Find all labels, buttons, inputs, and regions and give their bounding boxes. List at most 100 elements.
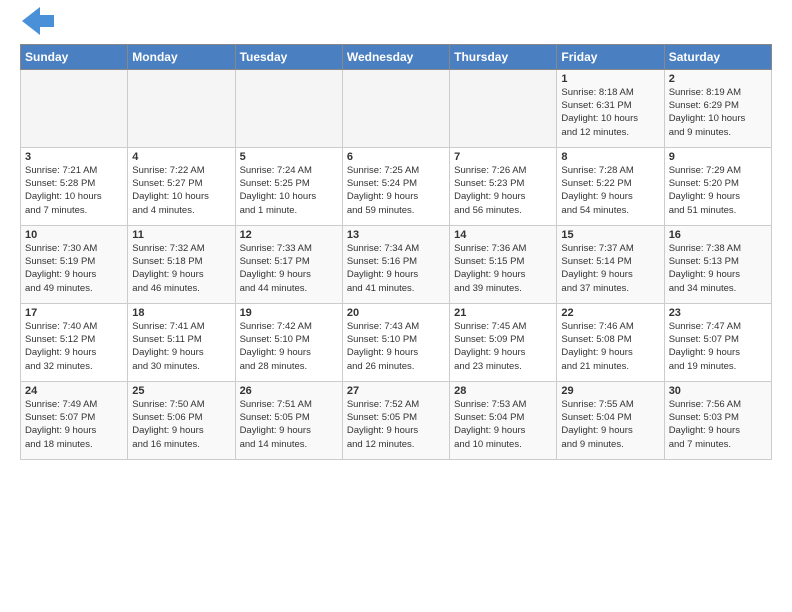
- day-number: 16: [669, 229, 767, 241]
- day-info: Sunrise: 7:43 AM Sunset: 5:10 PM Dayligh…: [347, 320, 445, 373]
- calendar-cell: [128, 69, 235, 147]
- day-number: 18: [132, 307, 230, 319]
- calendar-cell: 11Sunrise: 7:32 AM Sunset: 5:18 PM Dayli…: [128, 225, 235, 303]
- calendar-cell: 14Sunrise: 7:36 AM Sunset: 5:15 PM Dayli…: [450, 225, 557, 303]
- calendar-table: SundayMondayTuesdayWednesdayThursdayFrid…: [20, 44, 772, 460]
- calendar-cell: 24Sunrise: 7:49 AM Sunset: 5:07 PM Dayli…: [21, 381, 128, 459]
- day-number: 30: [669, 385, 767, 397]
- calendar-cell: 8Sunrise: 7:28 AM Sunset: 5:22 PM Daylig…: [557, 147, 664, 225]
- calendar-weekday-thursday: Thursday: [450, 44, 557, 69]
- day-number: 21: [454, 307, 552, 319]
- calendar-weekday-monday: Monday: [128, 44, 235, 69]
- calendar-cell: 17Sunrise: 7:40 AM Sunset: 5:12 PM Dayli…: [21, 303, 128, 381]
- day-info: Sunrise: 7:41 AM Sunset: 5:11 PM Dayligh…: [132, 320, 230, 373]
- day-number: 20: [347, 307, 445, 319]
- day-number: 23: [669, 307, 767, 319]
- day-number: 5: [240, 151, 338, 163]
- day-info: Sunrise: 7:29 AM Sunset: 5:20 PM Dayligh…: [669, 164, 767, 217]
- day-info: Sunrise: 7:22 AM Sunset: 5:27 PM Dayligh…: [132, 164, 230, 217]
- calendar-cell: 6Sunrise: 7:25 AM Sunset: 5:24 PM Daylig…: [342, 147, 449, 225]
- calendar-cell: 10Sunrise: 7:30 AM Sunset: 5:19 PM Dayli…: [21, 225, 128, 303]
- day-info: Sunrise: 7:36 AM Sunset: 5:15 PM Dayligh…: [454, 242, 552, 295]
- day-number: 11: [132, 229, 230, 241]
- calendar-cell: [450, 69, 557, 147]
- day-number: 9: [669, 151, 767, 163]
- calendar-cell: 20Sunrise: 7:43 AM Sunset: 5:10 PM Dayli…: [342, 303, 449, 381]
- calendar-cell: 22Sunrise: 7:46 AM Sunset: 5:08 PM Dayli…: [557, 303, 664, 381]
- day-info: Sunrise: 7:40 AM Sunset: 5:12 PM Dayligh…: [25, 320, 123, 373]
- day-info: Sunrise: 7:46 AM Sunset: 5:08 PM Dayligh…: [561, 320, 659, 373]
- calendar-cell: 16Sunrise: 7:38 AM Sunset: 5:13 PM Dayli…: [664, 225, 771, 303]
- calendar-cell: 23Sunrise: 7:47 AM Sunset: 5:07 PM Dayli…: [664, 303, 771, 381]
- calendar-cell: 18Sunrise: 7:41 AM Sunset: 5:11 PM Dayli…: [128, 303, 235, 381]
- day-number: 17: [25, 307, 123, 319]
- day-number: 29: [561, 385, 659, 397]
- day-number: 3: [25, 151, 123, 163]
- calendar-header-row: SundayMondayTuesdayWednesdayThursdayFrid…: [21, 44, 772, 69]
- day-number: 1: [561, 73, 659, 85]
- day-number: 24: [25, 385, 123, 397]
- day-info: Sunrise: 7:30 AM Sunset: 5:19 PM Dayligh…: [25, 242, 123, 295]
- day-info: Sunrise: 8:18 AM Sunset: 6:31 PM Dayligh…: [561, 86, 659, 139]
- calendar-week-row: 1Sunrise: 8:18 AM Sunset: 6:31 PM Daylig…: [21, 69, 772, 147]
- day-info: Sunrise: 7:51 AM Sunset: 5:05 PM Dayligh…: [240, 398, 338, 451]
- calendar-week-row: 24Sunrise: 7:49 AM Sunset: 5:07 PM Dayli…: [21, 381, 772, 459]
- day-info: Sunrise: 7:33 AM Sunset: 5:17 PM Dayligh…: [240, 242, 338, 295]
- day-number: 15: [561, 229, 659, 241]
- day-info: Sunrise: 7:24 AM Sunset: 5:25 PM Dayligh…: [240, 164, 338, 217]
- calendar-cell: 1Sunrise: 8:18 AM Sunset: 6:31 PM Daylig…: [557, 69, 664, 147]
- calendar-cell: [342, 69, 449, 147]
- day-number: 22: [561, 307, 659, 319]
- calendar-week-row: 17Sunrise: 7:40 AM Sunset: 5:12 PM Dayli…: [21, 303, 772, 381]
- logo: [20, 16, 54, 36]
- header-area: [20, 16, 772, 36]
- calendar-weekday-friday: Friday: [557, 44, 664, 69]
- day-number: 26: [240, 385, 338, 397]
- calendar-cell: 25Sunrise: 7:50 AM Sunset: 5:06 PM Dayli…: [128, 381, 235, 459]
- day-number: 27: [347, 385, 445, 397]
- calendar-weekday-tuesday: Tuesday: [235, 44, 342, 69]
- day-info: Sunrise: 8:19 AM Sunset: 6:29 PM Dayligh…: [669, 86, 767, 139]
- calendar-cell: 19Sunrise: 7:42 AM Sunset: 5:10 PM Dayli…: [235, 303, 342, 381]
- calendar-cell: 30Sunrise: 7:56 AM Sunset: 5:03 PM Dayli…: [664, 381, 771, 459]
- logo-arrow-icon: [22, 7, 54, 35]
- calendar-cell: 7Sunrise: 7:26 AM Sunset: 5:23 PM Daylig…: [450, 147, 557, 225]
- day-info: Sunrise: 7:55 AM Sunset: 5:04 PM Dayligh…: [561, 398, 659, 451]
- day-info: Sunrise: 7:21 AM Sunset: 5:28 PM Dayligh…: [25, 164, 123, 217]
- calendar-week-row: 10Sunrise: 7:30 AM Sunset: 5:19 PM Dayli…: [21, 225, 772, 303]
- day-info: Sunrise: 7:49 AM Sunset: 5:07 PM Dayligh…: [25, 398, 123, 451]
- day-info: Sunrise: 7:50 AM Sunset: 5:06 PM Dayligh…: [132, 398, 230, 451]
- calendar-cell: 4Sunrise: 7:22 AM Sunset: 5:27 PM Daylig…: [128, 147, 235, 225]
- day-number: 25: [132, 385, 230, 397]
- day-info: Sunrise: 7:45 AM Sunset: 5:09 PM Dayligh…: [454, 320, 552, 373]
- calendar-cell: [21, 69, 128, 147]
- day-number: 19: [240, 307, 338, 319]
- calendar-cell: 29Sunrise: 7:55 AM Sunset: 5:04 PM Dayli…: [557, 381, 664, 459]
- day-number: 2: [669, 73, 767, 85]
- day-number: 14: [454, 229, 552, 241]
- day-number: 28: [454, 385, 552, 397]
- day-info: Sunrise: 7:37 AM Sunset: 5:14 PM Dayligh…: [561, 242, 659, 295]
- calendar-cell: 21Sunrise: 7:45 AM Sunset: 5:09 PM Dayli…: [450, 303, 557, 381]
- day-info: Sunrise: 7:26 AM Sunset: 5:23 PM Dayligh…: [454, 164, 552, 217]
- day-info: Sunrise: 7:38 AM Sunset: 5:13 PM Dayligh…: [669, 242, 767, 295]
- day-number: 12: [240, 229, 338, 241]
- day-number: 13: [347, 229, 445, 241]
- day-number: 7: [454, 151, 552, 163]
- calendar-cell: 15Sunrise: 7:37 AM Sunset: 5:14 PM Dayli…: [557, 225, 664, 303]
- day-info: Sunrise: 7:32 AM Sunset: 5:18 PM Dayligh…: [132, 242, 230, 295]
- day-info: Sunrise: 7:25 AM Sunset: 5:24 PM Dayligh…: [347, 164, 445, 217]
- day-info: Sunrise: 7:53 AM Sunset: 5:04 PM Dayligh…: [454, 398, 552, 451]
- calendar-cell: 5Sunrise: 7:24 AM Sunset: 5:25 PM Daylig…: [235, 147, 342, 225]
- calendar-week-row: 3Sunrise: 7:21 AM Sunset: 5:28 PM Daylig…: [21, 147, 772, 225]
- day-number: 6: [347, 151, 445, 163]
- day-info: Sunrise: 7:42 AM Sunset: 5:10 PM Dayligh…: [240, 320, 338, 373]
- day-number: 4: [132, 151, 230, 163]
- page: SundayMondayTuesdayWednesdayThursdayFrid…: [0, 0, 792, 470]
- day-info: Sunrise: 7:34 AM Sunset: 5:16 PM Dayligh…: [347, 242, 445, 295]
- calendar-weekday-sunday: Sunday: [21, 44, 128, 69]
- day-number: 8: [561, 151, 659, 163]
- day-info: Sunrise: 7:56 AM Sunset: 5:03 PM Dayligh…: [669, 398, 767, 451]
- calendar-cell: 3Sunrise: 7:21 AM Sunset: 5:28 PM Daylig…: [21, 147, 128, 225]
- calendar-cell: 13Sunrise: 7:34 AM Sunset: 5:16 PM Dayli…: [342, 225, 449, 303]
